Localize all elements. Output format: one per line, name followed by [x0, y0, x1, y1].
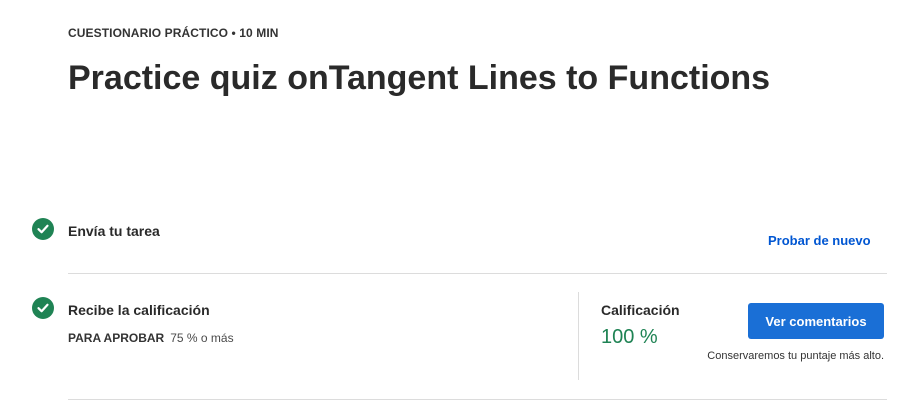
- checkmark-icon: [37, 303, 49, 313]
- passing-requirement: PARA APROBAR 75 % o más: [68, 331, 234, 345]
- checkmark-icon: [37, 224, 49, 234]
- highest-score-note: Conservaremos tu puntaje más alto.: [707, 350, 884, 362]
- divider: [68, 273, 887, 274]
- divider: [68, 399, 887, 400]
- page-title: Practice quiz onTangent Lines to Functio…: [68, 59, 771, 97]
- check-circle-icon: [32, 218, 54, 240]
- quiz-results-page: CUESTIONARIO PRÁCTICO • 10 MIN Practice …: [0, 0, 917, 410]
- pass-label: PARA APROBAR: [68, 331, 165, 345]
- grade-label: Calificación: [601, 302, 680, 318]
- step-submit-label: Envía tu tarea: [68, 223, 160, 239]
- step-grade-label: Recibe la calificación: [68, 302, 210, 318]
- check-circle-icon: [32, 297, 54, 319]
- pass-value: 75 % o más: [170, 331, 234, 345]
- vertical-divider: [578, 292, 579, 380]
- try-again-link[interactable]: Probar de nuevo: [768, 233, 871, 248]
- view-feedback-button[interactable]: Ver comentarios: [748, 303, 884, 339]
- grade-value: 100 %: [601, 326, 658, 348]
- quiz-type-label: CUESTIONARIO PRÁCTICO • 10 MIN: [68, 26, 279, 40]
